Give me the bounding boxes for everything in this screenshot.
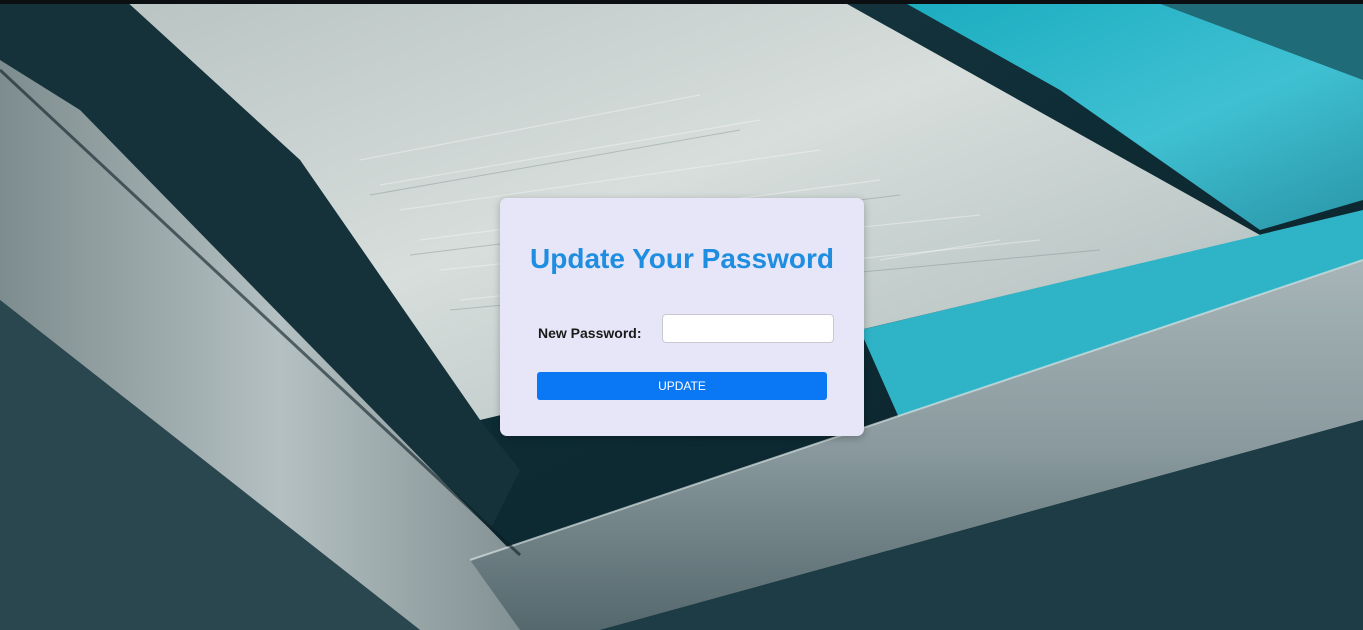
password-update-page: Update Your Password New Password: UPDAT… <box>0 0 1363 630</box>
new-password-input[interactable] <box>662 314 834 343</box>
new-password-label: New Password: <box>538 325 642 341</box>
update-button[interactable]: UPDATE <box>537 372 827 400</box>
password-update-card: Update Your Password New Password: UPDAT… <box>500 198 864 436</box>
page-title: Update Your Password <box>530 243 834 274</box>
top-border <box>0 0 1363 4</box>
